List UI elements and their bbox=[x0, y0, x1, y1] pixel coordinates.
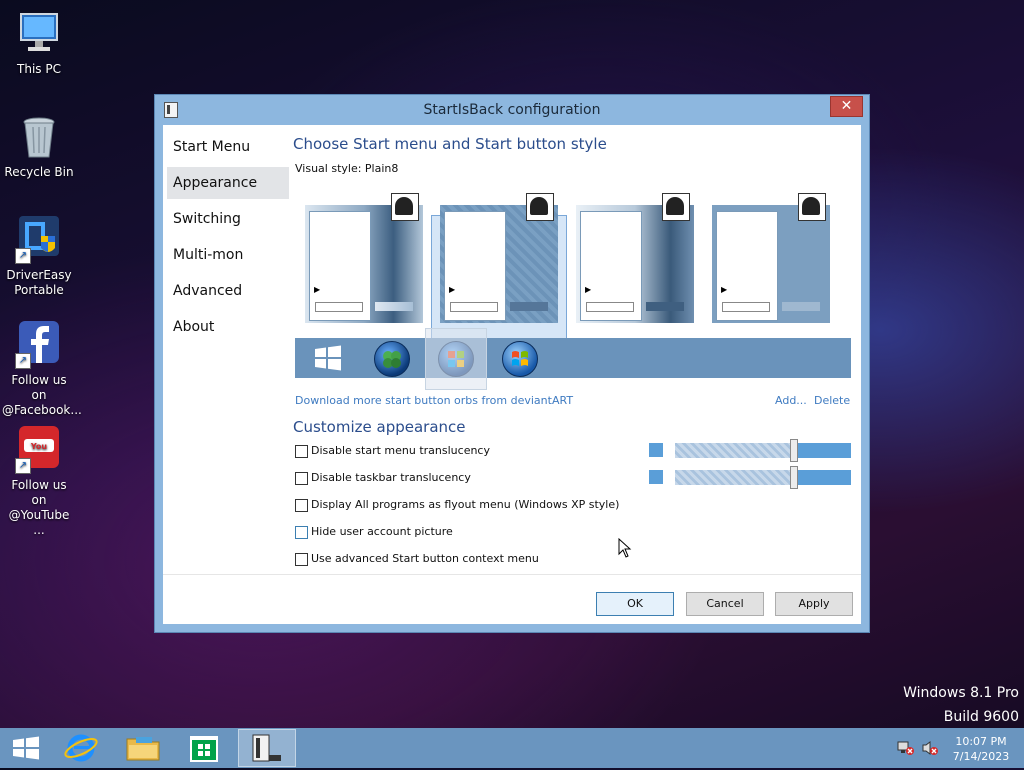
windows-build-text: Build 9600 bbox=[943, 709, 1019, 725]
search-box-preview bbox=[450, 302, 498, 312]
nav-item-multi-mon[interactable]: Multi-mon bbox=[167, 239, 289, 271]
advanced-context-menu-checkbox[interactable] bbox=[295, 553, 308, 566]
disable-taskbar-translucency-checkbox[interactable] bbox=[295, 472, 308, 485]
mouse-cursor-icon bbox=[618, 537, 632, 561]
ok-button[interactable]: OK bbox=[596, 592, 674, 616]
recycle-bin-icon bbox=[15, 113, 63, 161]
dialog-client-area: Start Menu Appearance Switching Multi-mo… bbox=[163, 125, 861, 624]
start-menu-translucency-slider[interactable] bbox=[675, 439, 851, 462]
network-status-icon[interactable] bbox=[897, 740, 915, 759]
slider-thumb[interactable] bbox=[789, 466, 798, 489]
shortcut-arrow-icon: ↗ bbox=[15, 458, 31, 474]
visual-style-label: Visual style: bbox=[295, 162, 362, 175]
title-bar[interactable]: StartIsBack configuration ✕ bbox=[155, 95, 869, 124]
close-button[interactable]: ✕ bbox=[830, 96, 863, 117]
window-title: StartIsBack configuration bbox=[423, 102, 601, 118]
startisback-taskbar-button[interactable] bbox=[238, 729, 296, 767]
desktop-icon-youtube[interactable]: You ↗ Follow us on @YouTube ... bbox=[2, 426, 76, 538]
desktop-icon-recycle-bin[interactable]: Recycle Bin bbox=[2, 113, 76, 180]
computer-icon bbox=[15, 10, 63, 58]
style-section-title: Choose Start menu and Start button style bbox=[293, 135, 607, 153]
hide-user-picture-checkbox[interactable] bbox=[295, 526, 308, 539]
nav-item-switching[interactable]: Switching bbox=[167, 203, 289, 235]
clock-date: 7/14/2023 bbox=[952, 750, 1010, 763]
download-orbs-link[interactable]: Download more start button orbs from dev… bbox=[295, 394, 573, 407]
youtube-icon: You ↗ bbox=[15, 426, 63, 474]
taskbar-translucency-slider[interactable] bbox=[675, 466, 851, 489]
clover-orb-icon[interactable] bbox=[374, 341, 410, 377]
style-tile-4[interactable]: ▶ bbox=[712, 193, 830, 323]
windows-flag-orb-icon[interactable] bbox=[311, 341, 345, 375]
delete-orb-link[interactable]: Delete bbox=[814, 394, 850, 407]
customize-section-title: Customize appearance bbox=[293, 418, 466, 436]
search-box-preview bbox=[315, 302, 363, 312]
clock-time: 10:07 PM bbox=[955, 735, 1007, 748]
visual-style-readout: Visual style: Plain8 bbox=[295, 162, 398, 175]
desktop-icon-label: Recycle Bin bbox=[4, 165, 74, 179]
startisback-config-window: StartIsBack configuration ✕ Start Menu A… bbox=[154, 94, 870, 633]
desktop-icon-label: This PC bbox=[17, 62, 61, 76]
hide-user-picture-label: Hide user account picture bbox=[311, 525, 453, 538]
user-picture-icon bbox=[798, 193, 826, 221]
advanced-context-menu-label: Use advanced Start button context menu bbox=[311, 552, 539, 565]
desktop-icon-label: Follow us on @YouTube ... bbox=[8, 478, 70, 537]
add-orb-link[interactable]: Add... bbox=[775, 394, 807, 407]
flyout-all-programs-checkbox[interactable] bbox=[295, 499, 308, 512]
style-tile-3[interactable]: ▶ bbox=[576, 193, 694, 323]
cancel-button[interactable]: Cancel bbox=[686, 592, 764, 616]
apply-button[interactable]: Apply bbox=[775, 592, 853, 616]
desktop-icon-this-pc[interactable]: This PC bbox=[2, 10, 76, 77]
start-button[interactable] bbox=[0, 729, 54, 767]
volume-muted-icon[interactable] bbox=[921, 740, 939, 759]
shortcut-arrow-icon: ↗ bbox=[15, 353, 31, 369]
svg-text:You: You bbox=[30, 442, 48, 451]
store-icon[interactable] bbox=[177, 729, 231, 767]
start-menu-color-swatch[interactable] bbox=[649, 443, 663, 457]
user-picture-icon bbox=[526, 193, 554, 221]
disable-start-menu-translucency-checkbox[interactable] bbox=[295, 445, 308, 458]
nav-item-about[interactable]: About bbox=[167, 311, 289, 343]
settings-nav: Start Menu Appearance Switching Multi-mo… bbox=[163, 125, 291, 572]
user-picture-icon bbox=[662, 193, 690, 221]
flyout-all-programs-label: Display All programs as flyout menu (Win… bbox=[311, 498, 620, 511]
button-bar-divider bbox=[163, 574, 861, 575]
style-tile-2[interactable]: ▶ bbox=[440, 193, 558, 323]
nav-item-appearance[interactable]: Appearance bbox=[167, 167, 289, 199]
disable-start-menu-translucency-label: Disable start menu translucency bbox=[311, 444, 490, 457]
desktop-icon-drivereasy[interactable]: ↗ DriverEasy Portable bbox=[2, 216, 76, 298]
selected-orb-highlight bbox=[425, 328, 487, 390]
file-explorer-icon[interactable] bbox=[116, 729, 170, 767]
desktop-icon-label: Follow us on @Facebook... bbox=[2, 373, 82, 417]
facebook-icon: ↗ bbox=[15, 321, 63, 369]
nav-item-advanced[interactable]: Advanced bbox=[167, 275, 289, 307]
desktop-icon-label: DriverEasy Portable bbox=[6, 268, 72, 297]
search-box-preview bbox=[722, 302, 770, 312]
system-clock[interactable]: 10:07 PM 7/14/2023 bbox=[945, 734, 1017, 764]
drivereasy-icon: ↗ bbox=[15, 216, 63, 264]
shortcut-arrow-icon: ↗ bbox=[15, 248, 31, 264]
style-tile-1[interactable]: ▶ bbox=[305, 193, 423, 323]
windows-edition-text: Windows 8.1 Pro bbox=[903, 685, 1019, 701]
internet-explorer-icon[interactable] bbox=[54, 729, 108, 767]
start-orb-strip bbox=[295, 338, 851, 378]
desktop-icon-facebook[interactable]: ↗ Follow us on @Facebook... bbox=[2, 321, 82, 418]
slider-thumb[interactable] bbox=[789, 439, 798, 462]
taskbar bbox=[0, 728, 1024, 768]
taskbar-color-swatch[interactable] bbox=[649, 470, 663, 484]
disable-taskbar-translucency-label: Disable taskbar translucency bbox=[311, 471, 471, 484]
user-picture-icon bbox=[391, 193, 419, 221]
search-box-preview bbox=[586, 302, 634, 312]
visual-style-value: Plain8 bbox=[364, 162, 399, 175]
windows7-orb-icon[interactable] bbox=[502, 341, 538, 377]
nav-item-start-menu[interactable]: Start Menu bbox=[167, 131, 289, 163]
